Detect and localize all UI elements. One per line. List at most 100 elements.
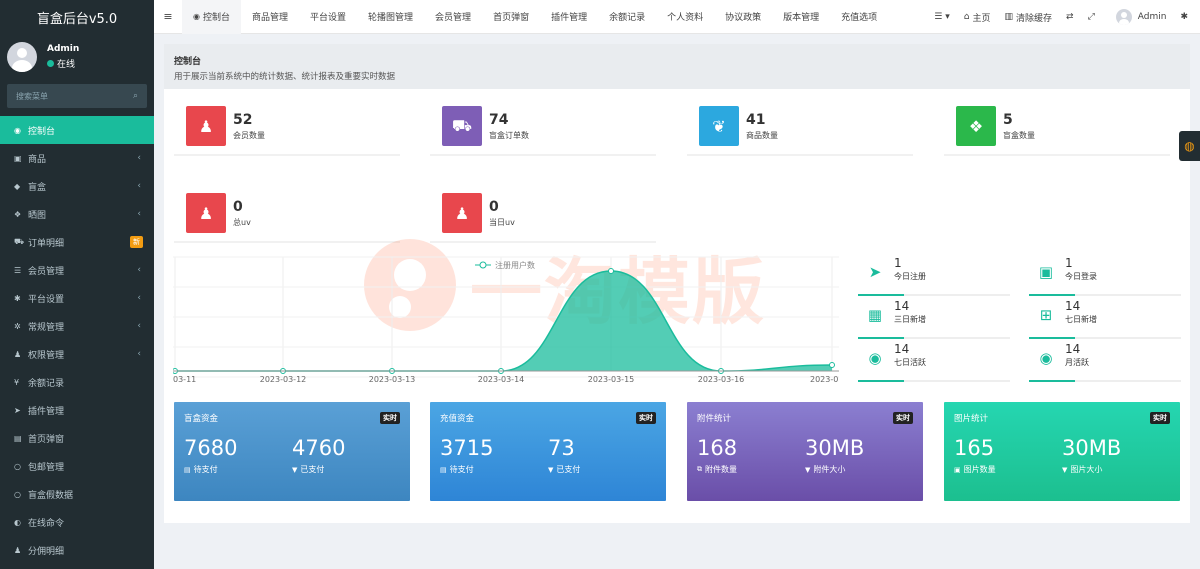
sidebar-item-6[interactable]: ✱ 平台设置 ‹ <box>0 284 154 312</box>
menu-toggle-icon[interactable]: ≡ <box>154 10 182 23</box>
user-status: 在线 <box>47 57 79 70</box>
search-icon[interactable]: ⌕ <box>133 91 138 101</box>
tabs-dropdown-icon[interactable]: ☰ ▾ <box>927 12 956 22</box>
circle-icon: ○ <box>14 461 21 471</box>
sidebar-item-label: 包邮管理 <box>28 462 65 473</box>
cogs-icon: ✲ <box>14 321 21 331</box>
panel-value: 165 <box>954 436 995 460</box>
clear-cache-link[interactable]: ▥ 清除缓存 <box>997 11 1059 24</box>
mini-stat-value: 14 <box>1065 299 1081 313</box>
panel-title: 盲盒资金 <box>184 414 219 424</box>
stat-value: 5 <box>1003 111 1013 128</box>
rocket-icon: ➤ <box>868 263 882 281</box>
search-input[interactable] <box>16 91 116 101</box>
settings-gear-icon[interactable]: ✱ <box>1173 12 1200 22</box>
clear-cache-label: 清除缓存 <box>1016 13 1053 24</box>
translate-icon[interactable]: ⇄ <box>1059 12 1081 22</box>
sidebar-item-label: 商品 <box>28 154 47 165</box>
sidebar-item-14[interactable]: ◐ 在线命令 <box>0 508 154 536</box>
tab-label: 协议政策 <box>725 13 762 23</box>
tab-10[interactable]: 版本管理 <box>772 0 830 34</box>
filter-icon: ▼ <box>548 465 554 474</box>
sidebar-item-1[interactable]: ▣ 商品 ‹ <box>0 144 154 172</box>
sidebar-item-5[interactable]: ☰ 会员管理 ‹ <box>0 256 154 284</box>
sidebar-item-10[interactable]: ➤ 插件管理 <box>0 396 154 424</box>
summary-panel: 附件统计 实时 168 ⧉ 附件数量 30MB ▼ 附件大小 <box>687 402 923 501</box>
user-name: Admin <box>47 44 80 54</box>
yen-icon: ¥ <box>14 377 20 387</box>
realtime-tag: 实时 <box>893 412 913 424</box>
panel-stat-label: 已支付 <box>300 465 325 474</box>
stat-label: 总uv <box>233 217 251 227</box>
sidebar-item-8[interactable]: ♟ 权限管理 ‹ <box>0 340 154 368</box>
user-menu[interactable]: Admin <box>1102 9 1174 25</box>
tab-1[interactable]: 商品管理 <box>241 0 299 34</box>
home-link[interactable]: ⌂ 主页 <box>957 11 998 24</box>
users-icon: ♟ <box>186 106 226 146</box>
accent-bar <box>1029 380 1075 382</box>
users-icon: ♟ <box>186 193 226 233</box>
sidebar-item-12[interactable]: ○ 包邮管理 <box>0 452 154 480</box>
panel-stat-label: 图片数量 <box>963 465 996 474</box>
tab-11[interactable]: 充值选项 <box>830 0 888 34</box>
sidebar-item-2[interactable]: ◆ 盲盒 ‹ <box>0 172 154 200</box>
panel-stat-label: 待支付 <box>449 465 474 474</box>
realtime-tag: 实时 <box>380 412 400 424</box>
tab-label: 版本管理 <box>783 13 820 23</box>
app-title[interactable]: 盲盒后台v5.0 <box>0 0 154 34</box>
tab-6[interactable]: 插件管理 <box>540 0 598 34</box>
accent-bar <box>1029 337 1075 339</box>
tab-3[interactable]: 轮播图管理 <box>357 0 424 34</box>
panel-value: 168 <box>697 436 738 460</box>
gear-icon: ✱ <box>14 293 21 303</box>
tab-label: 充值选项 <box>841 13 878 23</box>
data-point[interactable] <box>829 362 835 368</box>
sidebar-item-4[interactable]: ⛟ 订单明细 新 <box>0 228 154 256</box>
data-point[interactable] <box>608 268 614 274</box>
sidebar-item-13[interactable]: ○ 盲盒假数据 <box>0 480 154 508</box>
legend-label[interactable]: 注册用户数 <box>495 260 535 270</box>
stat-card: ♟ 0 当日uv <box>430 185 656 243</box>
users-icon: ♟ <box>442 193 482 233</box>
tab-8[interactable]: 个人资料 <box>656 0 714 34</box>
sidebar-item-label: 常规管理 <box>28 322 65 333</box>
tab-label: 控制台 <box>202 13 230 23</box>
sidebar-item-3[interactable]: ❖ 晒图 ‹ <box>0 200 154 228</box>
stat-label: 当日uv <box>489 217 515 227</box>
sidebar-item-15[interactable]: ♟ 分佣明细 <box>0 536 154 564</box>
sidebar-item-0[interactable]: ◉ 控制台 <box>0 116 154 144</box>
chevron-left-icon: ‹ <box>137 265 141 275</box>
sidebar-item-9[interactable]: ¥ 余额记录 <box>0 368 154 396</box>
nav-tabs: ◉ 控制台 商品管理 平台设置 轮播图管理 会员管理 首页弹窗 插件管理 余额记录 个人资料 协议政… <box>182 0 888 34</box>
tab-label: 商品管理 <box>252 13 289 23</box>
tab-5[interactable]: 首页弹窗 <box>482 0 540 34</box>
tab-0[interactable]: ◉ 控制台 <box>182 0 241 34</box>
chevron-left-icon: ‹ <box>137 153 141 163</box>
realtime-tag: 实时 <box>636 412 656 424</box>
floating-toggle-icon[interactable]: ◍ <box>1179 131 1200 161</box>
sidebar-item-label: 盲盒假数据 <box>28 490 74 501</box>
dropbox-icon: ❖ <box>14 209 22 219</box>
filter-icon: ▼ <box>805 465 811 474</box>
mini-stat-label: 今日注册 <box>894 272 926 281</box>
cart-icon: ⛟ <box>442 106 482 146</box>
user-circle-icon: ◉ <box>1039 349 1053 367</box>
panel-stat-icon: ▣ <box>954 465 961 474</box>
tab-9[interactable]: 协议政策 <box>714 0 772 34</box>
fullscreen-icon[interactable]: ⤢ <box>1081 12 1102 22</box>
panel-value: 73 <box>548 436 575 460</box>
stat-label: 会员数量 <box>233 130 265 140</box>
x-tick-label: 2023-03 <box>810 375 839 384</box>
tab-2[interactable]: 平台设置 <box>299 0 357 34</box>
tab-4[interactable]: 会员管理 <box>424 0 482 34</box>
mini-stat-value: 14 <box>894 342 910 356</box>
summary-panel: 盲盒资金 实时 7680 ▤ 待支付 4760 ▼ 已支付 <box>174 402 410 501</box>
online-dot-icon <box>47 60 54 67</box>
rocket-icon: ➤ <box>14 405 21 415</box>
sidebar-item-11[interactable]: ▤ 首页弹窗 <box>0 424 154 452</box>
panel-stat-icon: ⧉ <box>697 465 702 473</box>
dropbox-icon: ❖ <box>956 106 996 146</box>
tab-7[interactable]: 余额记录 <box>598 0 656 34</box>
sidebar-item-7[interactable]: ✲ 常规管理 ‹ <box>0 312 154 340</box>
chevron-left-icon: ‹ <box>137 321 141 331</box>
